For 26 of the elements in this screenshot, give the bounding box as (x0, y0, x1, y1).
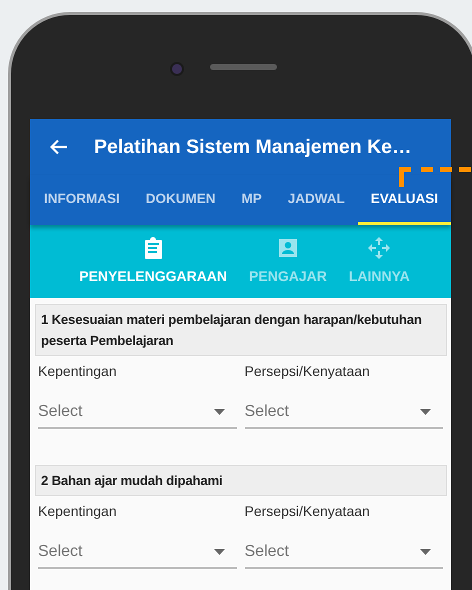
person-badge-icon (278, 237, 298, 259)
select-dropdown[interactable]: Select (38, 543, 236, 569)
tab[interactable]: DOKUMEN (132, 175, 228, 225)
field-label: Kepentingan (38, 503, 117, 519)
screen-title: Pelatihan Sistem Manajemen Ke… (94, 136, 412, 158)
dropdown-caret-icon (420, 549, 431, 555)
question-header: 1 Kesesuaian materi pembelajaran dengan harapan/kebutuhan peserta Pembelajaran (35, 304, 447, 356)
sub-tab-label[interactable]: PENYELENGGARAAN (79, 268, 228, 284)
dropdown-caret-icon (420, 409, 431, 415)
field-label: Persepsi/Kenyataan (244, 503, 370, 519)
camera-lens (170, 62, 184, 76)
move-arrows-icon (368, 237, 390, 259)
select-dropdown[interactable]: Select (244, 403, 443, 429)
tab[interactable]: MP (228, 175, 275, 225)
clipboard-icon (144, 237, 163, 259)
question-header: 2 Bahan ajar mudah dipahami (35, 465, 447, 496)
speaker-grille (210, 64, 277, 70)
dropdown-caret-icon (214, 549, 224, 555)
select-dropdown[interactable]: Select (38, 403, 236, 429)
back-arrow-icon[interactable] (50, 139, 68, 155)
dropdown-caret-icon (214, 409, 224, 415)
field-label: Persepsi/Kenyataan (244, 363, 370, 379)
tab[interactable]: JADWAL (274, 175, 358, 225)
field-label: Kepentingan (38, 363, 117, 379)
tab[interactable]: INFORMASI (30, 175, 133, 225)
select-dropdown[interactable]: Select (244, 543, 443, 569)
